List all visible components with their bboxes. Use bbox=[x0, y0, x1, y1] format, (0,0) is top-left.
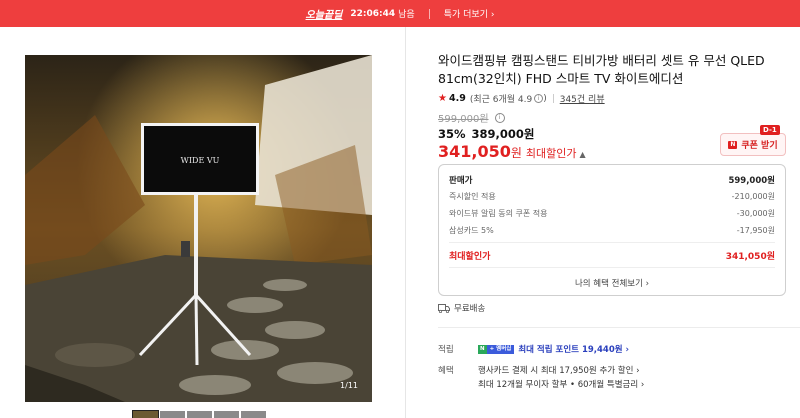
coupon-dday-badge: D-1 bbox=[760, 125, 780, 135]
breakdown-total-value: 341,050원 bbox=[725, 252, 775, 262]
product-image[interactable]: WIDE VU 1/11 bbox=[25, 55, 372, 402]
shipping-label: 무료배송 bbox=[454, 304, 486, 314]
breakdown-row: 와이드뷰 알림 동의 쿠폰 적용 -30,000원 bbox=[449, 208, 775, 219]
rating-row: ★ 4.9 (최근 6개월 4.9 i ) 345건 리뷰 bbox=[438, 92, 605, 105]
discount-percent: 35% bbox=[438, 127, 466, 141]
breakdown-divider bbox=[449, 267, 775, 268]
breakdown-label: 판매가 bbox=[449, 176, 473, 186]
rating-score: 4.9 bbox=[448, 93, 466, 104]
original-price-value: 599,000원 bbox=[438, 114, 489, 125]
breakdown-label: 삼성카드 5% bbox=[449, 226, 494, 235]
shipping-row: 무료배송 bbox=[438, 302, 485, 314]
breakdown-value: -210,000원 bbox=[731, 192, 775, 201]
section-divider bbox=[438, 327, 800, 328]
all-benefits-link[interactable]: 나의 혜택 전체보기 › bbox=[439, 277, 785, 289]
chevron-up-icon: ▲ bbox=[579, 150, 586, 159]
breakdown-row: 즉시할인 적용 -210,000원 bbox=[449, 191, 775, 202]
product-title: 와이드캠핑뷰 캠핑스탠드 티비가방 배터리 셋트 유 무선 QLED 81cm(… bbox=[438, 53, 765, 86]
star-icon: ★ bbox=[438, 93, 447, 104]
breakdown-row: 판매가 599,000원 bbox=[449, 174, 775, 186]
breakdown-label: 와이드뷰 알림 동의 쿠폰 적용 bbox=[449, 209, 548, 218]
coupon-icon: N bbox=[728, 140, 738, 149]
final-price-unit: 원 bbox=[510, 146, 522, 160]
thumbnail[interactable] bbox=[160, 411, 185, 418]
truck-icon bbox=[438, 303, 450, 313]
breakdown-total-row: 최대할인가 341,050원 bbox=[449, 249, 775, 262]
discount-price: 389,000원 bbox=[471, 127, 535, 141]
breakdown-value: -17,950원 bbox=[736, 226, 775, 235]
deal-label: 오늘끝딜 bbox=[305, 10, 343, 21]
tv-brand-text: WIDE VU bbox=[181, 156, 220, 165]
benefit-item[interactable]: 최대 12개월 무이자 할부 • 60개월 특별금리 › bbox=[478, 378, 644, 390]
price-breakdown: 판매가 599,000원 즉시할인 적용 -210,000원 와이드뷰 알림 동… bbox=[438, 164, 786, 296]
thumbnail[interactable] bbox=[132, 410, 159, 418]
final-price-row[interactable]: 341,050 원 최대할인가 ▲ bbox=[438, 142, 586, 161]
breakdown-value: 599,000원 bbox=[728, 176, 775, 186]
membership-badge-text: + 멤버십 bbox=[486, 344, 515, 354]
image-counter: 1/11 bbox=[340, 381, 358, 390]
coupon-label: 쿠폰 받기 bbox=[741, 141, 778, 151]
price-info-icon[interactable]: i bbox=[494, 112, 505, 123]
recent-rating: (최근 6개월 4.9 bbox=[469, 95, 533, 105]
benefits-label: 혜택 bbox=[438, 366, 454, 376]
more-deals-link[interactable]: 특가 더보기 › bbox=[444, 7, 495, 20]
column-divider bbox=[405, 27, 406, 418]
rating-divider bbox=[552, 94, 554, 103]
deal-banner: 오늘끝딜 22:06:44 남음 특가 더보기 › bbox=[0, 0, 800, 27]
final-price-label: 최대할인가 bbox=[525, 147, 577, 160]
deal-timer: 22:06:44 bbox=[350, 8, 396, 19]
coupon-button[interactable]: N 쿠폰 받기 bbox=[720, 133, 786, 156]
info-icon[interactable]: i bbox=[534, 94, 544, 103]
breakdown-total-label: 최대할인가 bbox=[449, 252, 491, 262]
final-price: 341,050 bbox=[438, 142, 511, 161]
original-price: 599,000원 i bbox=[438, 110, 505, 125]
points-link[interactable]: N + 멤버십 최대 적립 포인트 19,440원 › bbox=[478, 343, 629, 355]
review-link[interactable]: 345건 리뷰 bbox=[560, 92, 605, 105]
breakdown-label: 즉시할인 적용 bbox=[449, 192, 496, 201]
recent-rating-close: ) bbox=[543, 93, 547, 104]
breakdown-divider bbox=[449, 242, 775, 243]
points-label: 적립 bbox=[438, 345, 454, 355]
benefit-item[interactable]: 행사카드 결제 시 최대 17,950원 추가 할인 › bbox=[478, 364, 640, 376]
breakdown-row: 삼성카드 5% -17,950원 bbox=[449, 225, 775, 236]
membership-badge-n: N bbox=[478, 344, 487, 354]
thumbnail[interactable] bbox=[241, 411, 266, 418]
banner-divider bbox=[428, 8, 430, 19]
thumbnail-strip bbox=[132, 410, 266, 418]
thumbnail[interactable] bbox=[214, 411, 239, 418]
timer-suffix: 남음 bbox=[398, 10, 415, 20]
points-text: 최대 적립 포인트 19,440원 › bbox=[518, 345, 630, 355]
thumbnail[interactable] bbox=[187, 411, 212, 418]
discount-price-row: 35% 389,000원 bbox=[438, 126, 535, 142]
membership-badge: N + 멤버십 bbox=[478, 344, 515, 354]
breakdown-value: -30,000원 bbox=[736, 209, 775, 218]
